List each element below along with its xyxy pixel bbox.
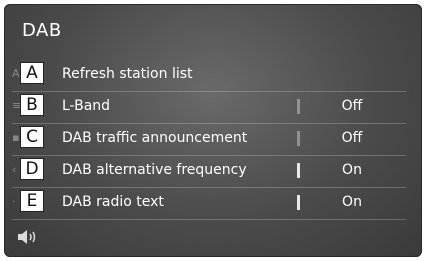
dab-traffic-announcement-row[interactable]: ▪ DAB traffic announcement Off (12, 123, 406, 156)
callout-c: C (20, 126, 44, 148)
callout-e: E (20, 190, 44, 212)
row-label: DAB traffic announcement (62, 130, 248, 146)
status-indicator-bar (297, 195, 300, 210)
status-indicator-bar (297, 131, 300, 146)
row-label: DAB alternative frequency (62, 162, 247, 178)
l-band-row[interactable]: ≡ L-Band Off (12, 91, 406, 124)
row-value: On (342, 194, 362, 210)
row-label: Refresh station list (62, 66, 193, 82)
row-value: Off (341, 130, 363, 146)
page-title: DAB (22, 20, 62, 41)
callout-b: B (20, 94, 44, 116)
row-label: L-Band (62, 98, 111, 114)
dab-alternative-frequency-row[interactable]: ‹ DAB alternative frequency On (12, 155, 406, 188)
callout-a: A (20, 62, 44, 84)
row-value: Off (341, 98, 363, 114)
status-indicator-bar (297, 163, 300, 178)
status-indicator-bar (297, 99, 300, 114)
callout-d: D (20, 158, 44, 180)
row-value: On (342, 162, 362, 178)
dab-radio-text-row[interactable]: · DAB radio text On (12, 187, 406, 220)
speaker-volume-icon[interactable] (16, 228, 40, 246)
refresh-station-list-row[interactable]: A Refresh station list (12, 59, 406, 92)
dab-settings-screen: DAB A Refresh station list ≡ L-Band Off … (4, 4, 422, 257)
row-label: DAB radio text (62, 194, 164, 210)
